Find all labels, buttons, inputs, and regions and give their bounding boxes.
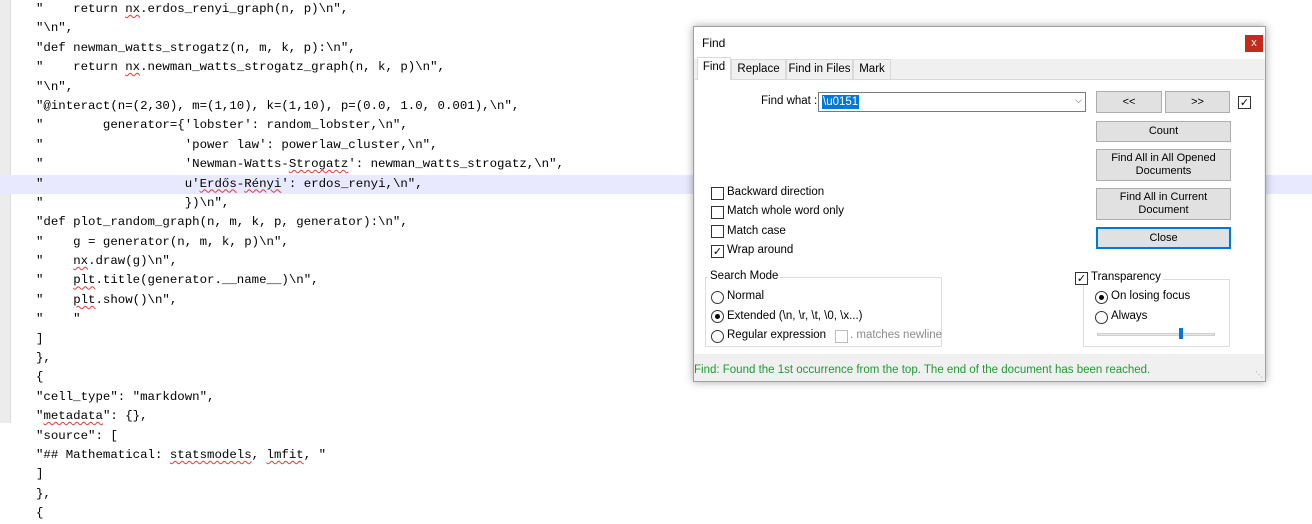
- code-line[interactable]: "metadata": {},: [0, 407, 1312, 426]
- find-all-opened-documents-button[interactable]: Find All in All Opened Documents: [1096, 149, 1231, 181]
- wrap-around-checkbox[interactable]: ✓: [711, 245, 724, 258]
- code-line[interactable]: "cell_type": "markdown",: [0, 388, 1312, 407]
- wrap-around-label: Wrap around: [727, 244, 794, 256]
- always-label: Always: [1111, 310, 1148, 322]
- chevron-down-icon[interactable]: ⌵: [1075, 96, 1082, 106]
- code-line[interactable]: "## Mathematical: statsmodels, lmfit, ": [0, 446, 1312, 465]
- extended-label: Extended (\n, \r, \t, \0, \x...): [727, 310, 863, 322]
- backward-direction-checkbox[interactable]: [711, 187, 724, 200]
- find-previous-button[interactable]: <<: [1096, 91, 1162, 113]
- tab-mark[interactable]: Mark: [853, 59, 891, 79]
- dialog-title: Find: [702, 36, 726, 50]
- direction-checkbox[interactable]: ✓: [1238, 96, 1251, 109]
- always-radio[interactable]: [1095, 311, 1108, 324]
- regular-expression-radio[interactable]: [711, 330, 724, 343]
- match-case-label: Match case: [727, 225, 786, 237]
- code-line[interactable]: "source": [: [0, 427, 1312, 446]
- find-what-label: Find what :: [761, 95, 818, 107]
- match-case-checkbox[interactable]: [711, 225, 724, 238]
- transparency-label: Transparency: [1089, 271, 1163, 283]
- tab-find-in-files[interactable]: Find in Files: [786, 59, 853, 79]
- tab-find[interactable]: Find: [697, 57, 731, 80]
- status-message: Find: Found the 1st occurrence from the …: [694, 364, 1151, 376]
- search-mode-title: Search Mode: [708, 270, 781, 282]
- code-line[interactable]: " return nx.erdos_renyi_graph(n, p)\n",: [0, 0, 1312, 19]
- count-button[interactable]: Count: [1096, 121, 1231, 142]
- dialog-title-bar[interactable]: Find x: [694, 27, 1265, 59]
- backward-direction-label: Backward direction: [727, 186, 825, 198]
- find-next-button[interactable]: >>: [1165, 91, 1230, 113]
- code-line[interactable]: {: [0, 504, 1312, 523]
- resize-grip-icon[interactable]: ⋱: [1255, 370, 1263, 379]
- tab-replace[interactable]: Replace: [731, 59, 786, 79]
- on-losing-focus-radio[interactable]: [1095, 291, 1108, 304]
- match-whole-word-checkbox[interactable]: [711, 206, 724, 219]
- code-line[interactable]: },: [0, 485, 1312, 504]
- transparency-slider-thumb[interactable]: [1179, 328, 1184, 339]
- normal-radio[interactable]: [711, 291, 724, 304]
- matches-newline-label: . matches newline: [850, 329, 943, 341]
- code-line[interactable]: ]: [0, 465, 1312, 484]
- close-button[interactable]: Close: [1096, 227, 1231, 249]
- normal-label: Normal: [727, 290, 765, 302]
- find-what-value: \u0151: [822, 95, 860, 109]
- find-what-input[interactable]: \u0151 ⌵: [818, 92, 1086, 112]
- close-icon[interactable]: x: [1245, 35, 1263, 52]
- find-dialog: Find x Find Replace Find in Files Mark F…: [693, 26, 1266, 382]
- on-losing-focus-label: On losing focus: [1111, 290, 1191, 302]
- transparency-slider[interactable]: [1097, 333, 1215, 336]
- match-whole-word-label: Match whole word only: [727, 205, 844, 217]
- extended-radio[interactable]: [711, 310, 724, 323]
- matches-newline-checkbox[interactable]: [835, 330, 848, 343]
- regular-expression-label: Regular expression: [727, 329, 827, 341]
- find-all-current-document-button[interactable]: Find All in Current Document: [1096, 188, 1231, 220]
- transparency-checkbox[interactable]: ✓: [1075, 272, 1088, 285]
